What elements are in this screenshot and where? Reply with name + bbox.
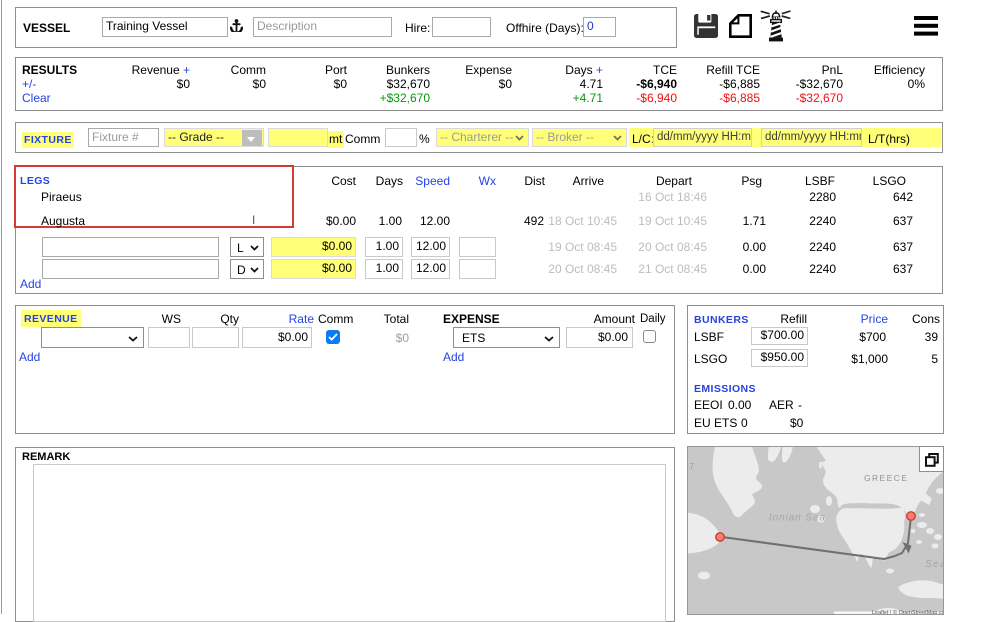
svg-text:Ionian Sea: Ionian Sea [769,513,826,524]
svg-text:Leaflet | © OpenStreetMap cont: Leaflet | © OpenStreetMap contributors [872,609,943,614]
svg-text:Sea: Sea [925,559,943,570]
svg-text:7: 7 [690,462,695,471]
svg-text:GREECE: GREECE [864,473,908,483]
